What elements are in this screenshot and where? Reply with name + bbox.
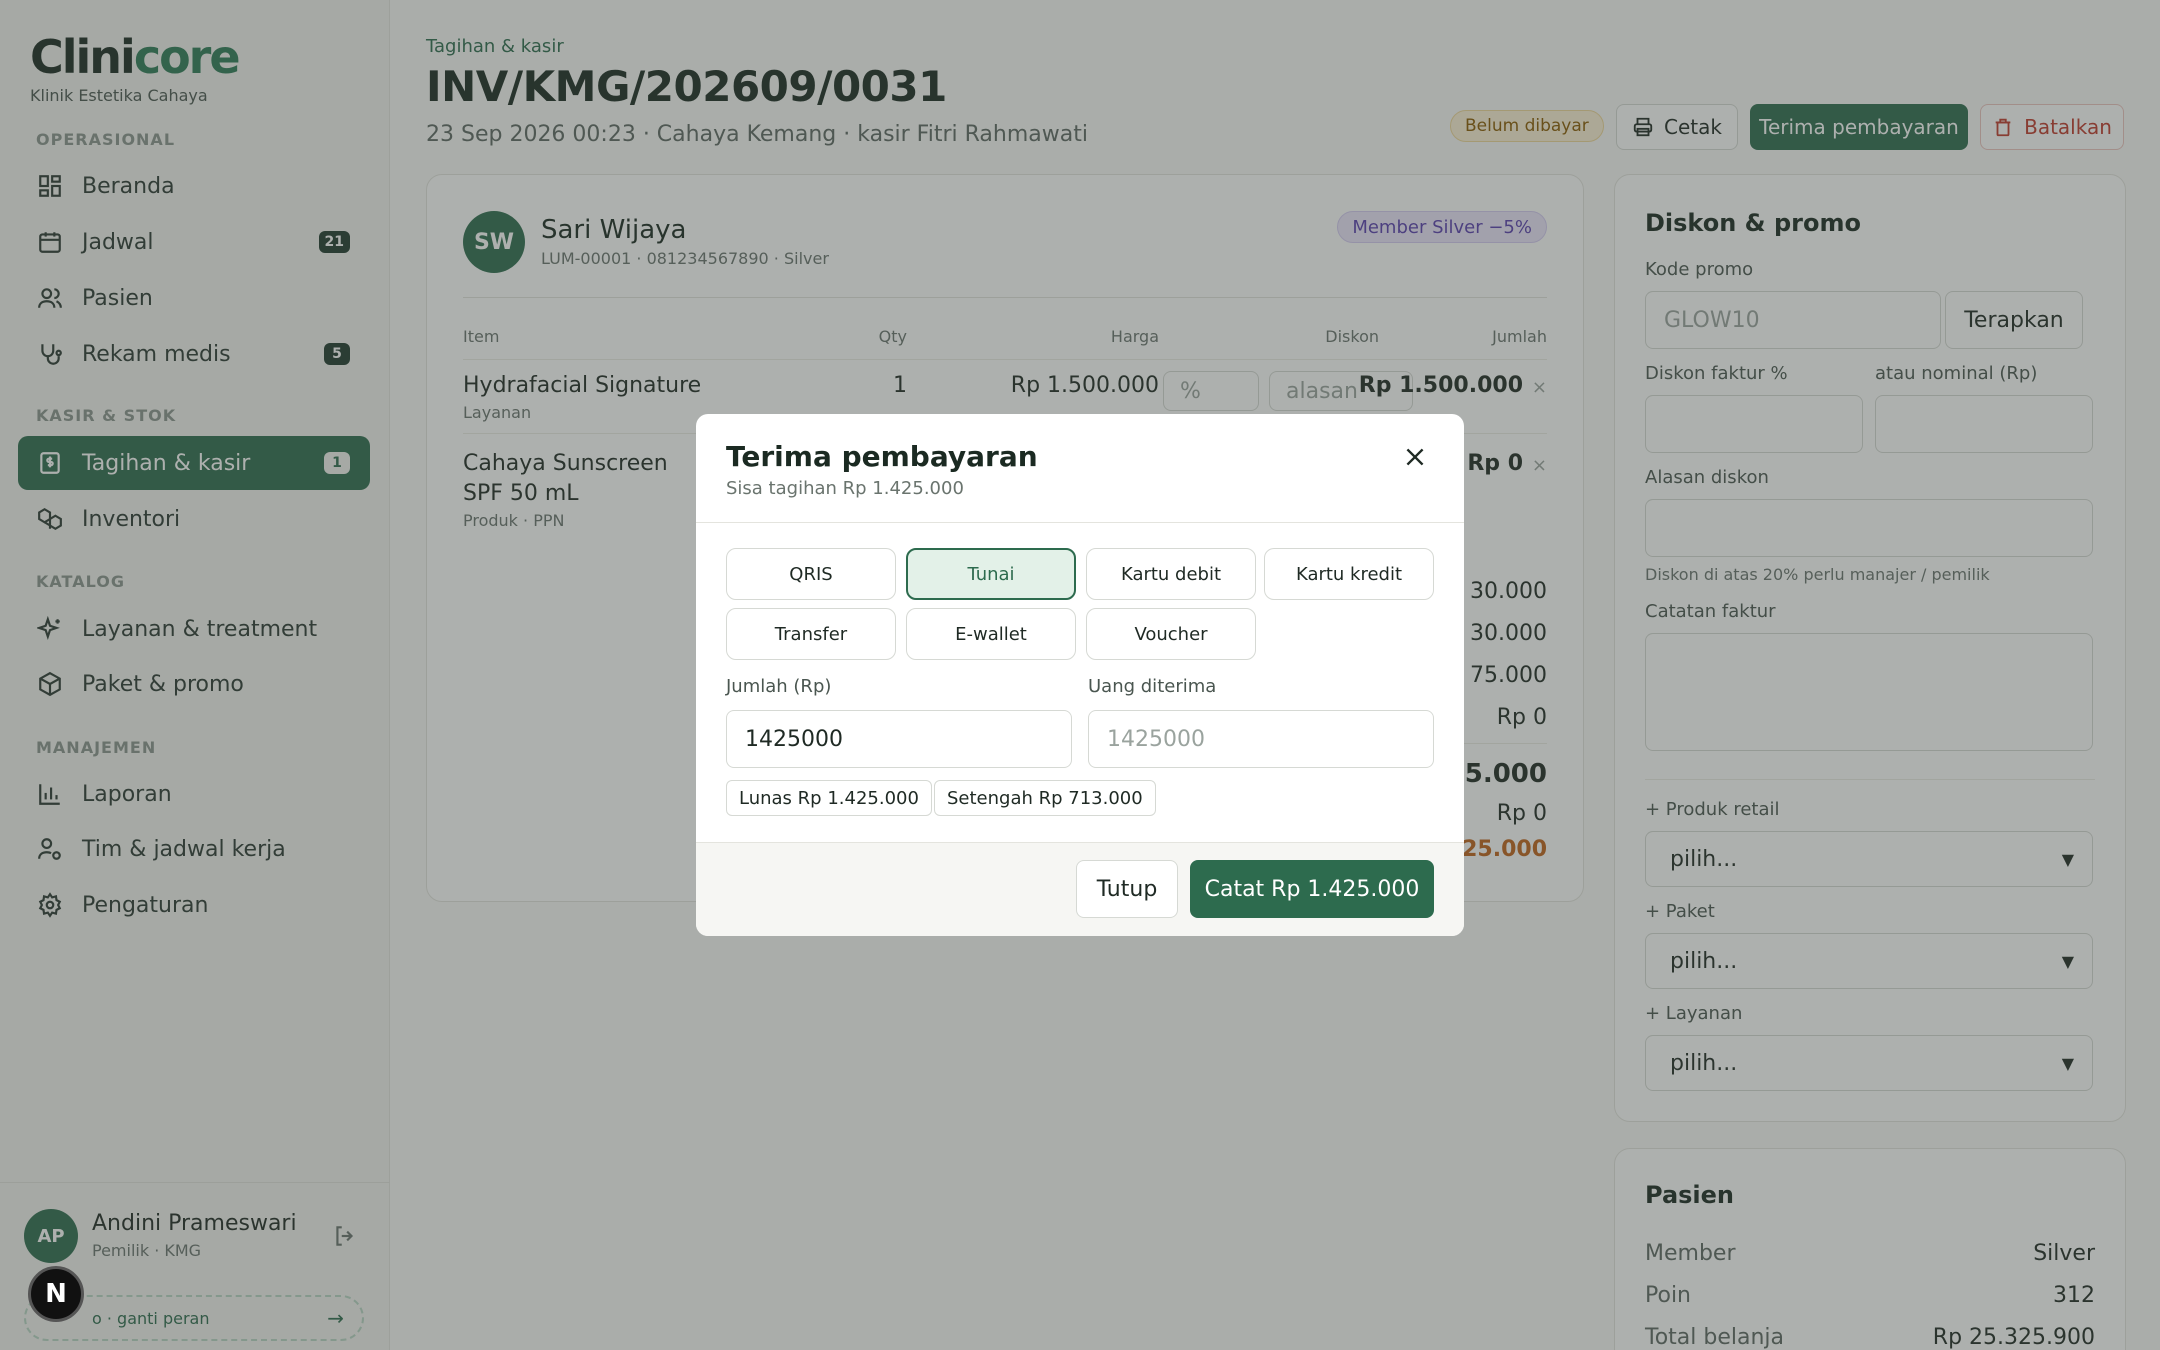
quick-amount-half[interactable]: Setengah Rp 713.000 (934, 780, 1156, 816)
method-kartu-debit[interactable]: Kartu debit (1086, 548, 1256, 600)
payment-modal: Terima pembayaran Sisa tagihan Rp 1.425.… (696, 414, 1464, 936)
modal-title: Terima pembayaran (726, 440, 1038, 473)
close-icon[interactable] (1402, 444, 1430, 472)
record-payment-button[interactable]: Catat Rp 1.425.000 (1190, 860, 1434, 918)
method-tunai[interactable]: Tunai (906, 548, 1076, 600)
modal-subtitle: Sisa tagihan Rp 1.425.000 (726, 478, 964, 499)
method-e-wallet[interactable]: E-wallet (906, 608, 1076, 660)
method-kartu-kredit[interactable]: Kartu kredit (1264, 548, 1434, 600)
quick-amount-full[interactable]: Lunas Rp 1.425.000 (726, 780, 932, 816)
received-label: Uang diterima (1088, 676, 1217, 697)
divider (696, 522, 1464, 523)
amount-input[interactable]: 1425000 (726, 710, 1072, 768)
amount-label: Jumlah (Rp) (726, 676, 832, 697)
method-voucher[interactable]: Voucher (1086, 608, 1256, 660)
n-logo-badge[interactable]: N (28, 1266, 84, 1322)
received-input[interactable]: 1425000 (1088, 710, 1434, 768)
close-button[interactable]: Tutup (1076, 860, 1178, 918)
method-transfer[interactable]: Transfer (726, 608, 896, 660)
method-qris[interactable]: QRIS (726, 548, 896, 600)
